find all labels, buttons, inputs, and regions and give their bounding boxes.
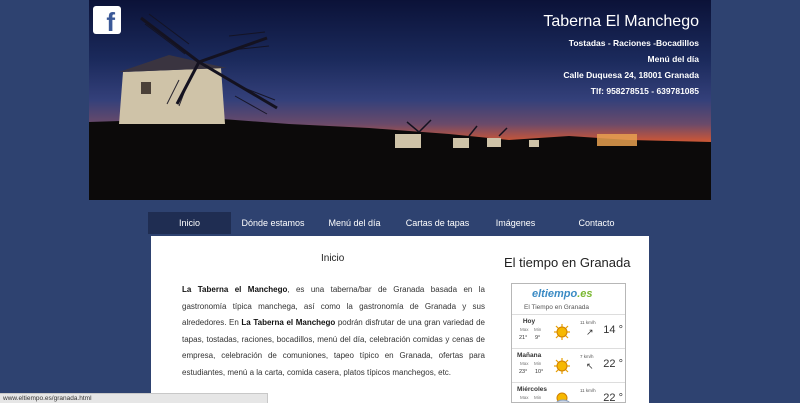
wind-speed: 11 km/h: [580, 388, 596, 393]
site-title: Taberna El Manchego: [543, 13, 699, 30]
business-name-bold-2: La Taberna el Manchego: [241, 318, 336, 327]
nav-item-menu-del-dia[interactable]: Menú del día: [315, 212, 394, 234]
nav-item-imagenes[interactable]: Imágenes: [481, 212, 550, 234]
current-temp: 14 °: [603, 324, 623, 336]
nav-item-donde-estamos[interactable]: Dónde estamos: [231, 212, 315, 234]
forecast-row-wednesday: Miércoles Max Min 11 km/h 22 °: [512, 382, 625, 403]
forecast-row-tomorrow: Mañana Max Min 23° 10° 7 km/h ↖ 22 °: [512, 348, 625, 382]
wind-speed: 11 km/h: [580, 320, 596, 325]
business-name-bold: La Taberna el Manchego: [182, 285, 288, 294]
sun-icon: [554, 324, 570, 340]
nav-item-contacto[interactable]: Contacto: [550, 212, 643, 234]
max-temp: 21°: [519, 335, 528, 341]
day-name: Mañana: [517, 352, 542, 359]
min-label: Min: [534, 327, 542, 332]
content-paragraph: La Taberna el Manchego, es una taberna/b…: [182, 282, 485, 381]
wind-direction-icon: ↖: [586, 361, 594, 371]
nav-item-cartas-de-tapas[interactable]: Cartas de tapas: [394, 212, 481, 234]
wind-direction-icon: ↗: [586, 327, 594, 337]
header-phone: Tlf: 958278515 - 639781085: [590, 86, 699, 96]
wind-speed: 7 km/h: [580, 354, 594, 359]
min-label: Min: [534, 395, 542, 400]
header-tagline: Tostadas - Raciones -Bocadillos: [568, 38, 699, 48]
min-temp: 9°: [535, 335, 541, 341]
min-label: Min: [534, 361, 542, 366]
main-nav: Inicio Dónde estamos Menú del día Cartas…: [148, 212, 643, 234]
weather-widget[interactable]: eltiempo.es El Tiempo en Granada Hoy Max…: [511, 283, 626, 403]
widget-subtitle: El Tiempo en Granada: [524, 304, 590, 311]
header-menu-note: Menú del día: [647, 54, 699, 64]
max-label: Max: [520, 327, 529, 332]
day-name: Hoy: [522, 318, 536, 325]
min-temp: 10°: [535, 369, 544, 375]
facebook-icon[interactable]: f: [93, 6, 121, 34]
weather-heading: El tiempo en Granada: [504, 255, 631, 270]
eltiempo-logo[interactable]: eltiempo.es: [532, 288, 593, 300]
browser-status-bar: www.eltiempo.es/granada.html: [0, 393, 268, 403]
nav-item-inicio[interactable]: Inicio: [148, 212, 231, 234]
sun-icon: [554, 358, 570, 374]
max-label: Max: [520, 395, 529, 400]
forecast-temp: 22 °: [603, 358, 623, 370]
max-temp: 23°: [519, 369, 528, 375]
partly-cloudy-icon: [556, 392, 570, 402]
header-address: Calle Duquesa 24, 18001 Granada: [563, 70, 699, 80]
content-title: Inicio: [321, 253, 345, 264]
day-name: Miércoles: [517, 386, 547, 393]
forecast-row-today: Hoy Max Min 21° 9° 11 km/h ↗ 14 °: [512, 314, 625, 348]
forecast-temp: 22 °: [603, 392, 623, 403]
max-label: Max: [520, 361, 529, 366]
